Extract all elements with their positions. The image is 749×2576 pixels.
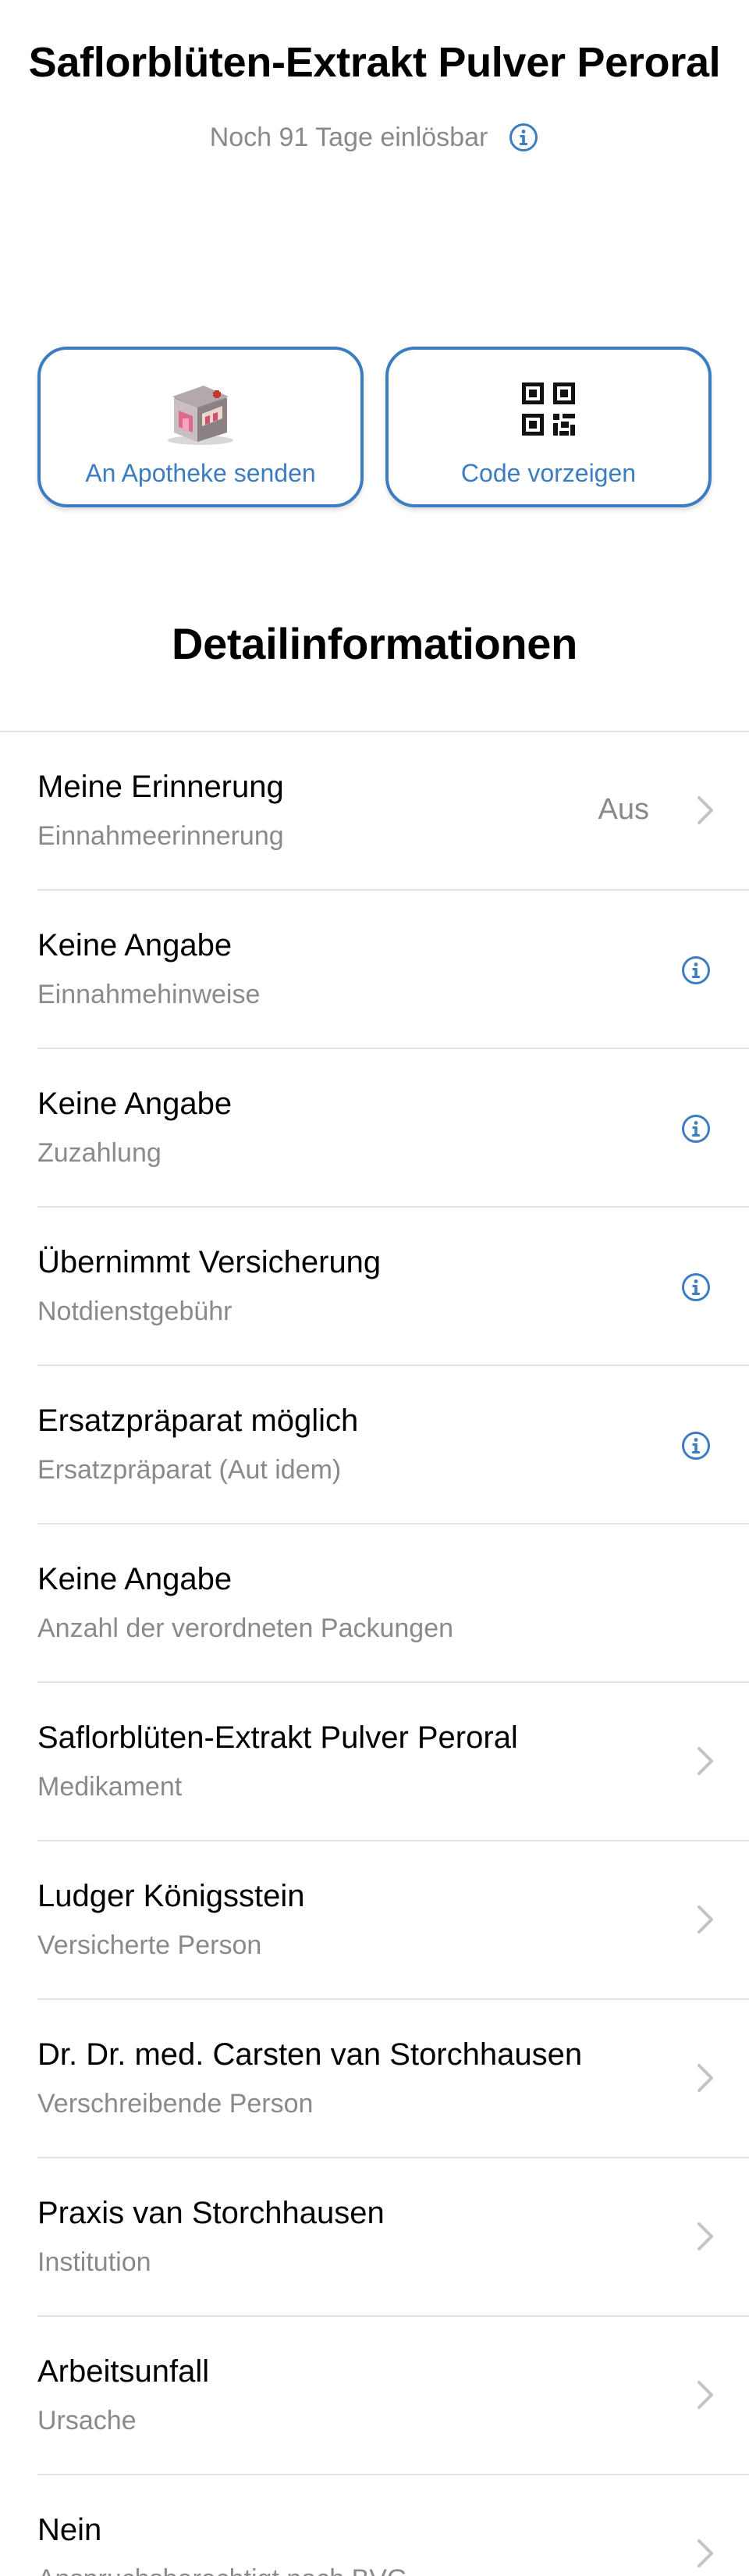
show-code-button[interactable]: Code vorzeigen xyxy=(385,347,712,507)
info-icon[interactable] xyxy=(680,955,712,986)
detail-row[interactable]: Ersatzpräparat möglich Ersatzpräparat (Au… xyxy=(0,1366,749,1525)
chevron-right-icon xyxy=(696,2062,715,2094)
show-code-label: Code vorzeigen xyxy=(460,459,637,487)
detail-row[interactable]: Meine Erinnerung Einnahmeerinnerung Aus xyxy=(0,732,749,891)
detail-list: Meine Erinnerung Einnahmeerinnerung Aus Kei… xyxy=(0,731,749,2576)
qr-code-icon xyxy=(509,370,587,448)
section-title: Detailinformationen xyxy=(171,619,578,668)
info-icon[interactable] xyxy=(680,1430,712,1461)
detail-row-title: Meine Erinnerung xyxy=(37,770,284,804)
validity-row: Noch 91 Tage einlösbar xyxy=(0,122,749,153)
detail-row-subtitle: Ursache xyxy=(37,2406,137,2435)
detail-row[interactable]: Übernimmt Versicherung Notdienstgebühr xyxy=(0,1208,749,1366)
chevron-right-icon xyxy=(696,2538,715,2569)
detail-row-title: Ludger Königsstein xyxy=(37,1879,305,1913)
header: Saflorblüten-Extrakt Pulver Peroral Noch… xyxy=(0,0,749,153)
detail-row[interactable]: Keine Angabe Einnahmehinweise xyxy=(0,891,749,1049)
detail-row-subtitle: Anzahl der verordneten Packungen xyxy=(37,1614,454,1643)
chevron-right-icon xyxy=(696,1904,715,1935)
detail-row[interactable]: Arbeitsunfall Ursache xyxy=(0,2317,749,2475)
detail-row-title: Keine Angabe xyxy=(37,928,233,962)
detail-row[interactable]: Praxis van Storchhausen Institution xyxy=(0,2158,749,2317)
detail-row-title: Nein xyxy=(37,2513,102,2547)
info-icon[interactable] xyxy=(680,1113,712,1144)
detail-row-title: Arbeitsunfall xyxy=(37,2354,210,2389)
chevron-right-icon xyxy=(696,795,715,826)
detail-row-subtitle: Medikament xyxy=(37,1772,183,1802)
detail-row[interactable]: Keine Angabe Zuzahlung xyxy=(0,1049,749,1208)
detail-row-value: Aus xyxy=(598,793,649,826)
detail-row-title: Ersatzpräparat möglich xyxy=(37,1404,359,1438)
detail-row-subtitle: Zuzahlung xyxy=(37,1138,162,1168)
detail-row-subtitle: Verschreibende Person xyxy=(37,2089,314,2119)
detail-row[interactable]: Nein Anspruchsberechtigt nach BVG xyxy=(0,2475,749,2576)
detail-row[interactable]: Dr. Dr. med. Carsten van Storchhausen Ver… xyxy=(0,2000,749,2158)
chevron-right-icon xyxy=(696,1745,715,1777)
chevron-right-icon xyxy=(696,2379,715,2411)
detail-row-subtitle: Anspruchsberechtigt nach BVG xyxy=(37,2564,407,2576)
detail-row[interactable]: Saflorblüten-Extrakt Pulver Peroral Medik… xyxy=(0,1683,749,1841)
page-title: Saflorblüten-Extrakt Pulver Peroral xyxy=(28,39,721,86)
info-icon[interactable] xyxy=(508,122,539,153)
chevron-right-icon xyxy=(696,2221,715,2252)
action-buttons: An Apotheke senden Code vorzeigen xyxy=(37,347,712,507)
send-to-pharmacy-label: An Apotheke senden xyxy=(85,459,316,487)
detail-row-title: Dr. Dr. med. Carsten van Storchhausen xyxy=(37,2037,583,2072)
detail-row-subtitle: Einnahmehinweise xyxy=(37,980,261,1009)
detail-row-title: Saflorblüten-Extrakt Pulver Peroral xyxy=(37,1720,518,1755)
detail-row[interactable]: Ludger Königsstein Versicherte Person xyxy=(0,1841,749,2000)
detail-row-subtitle: Ersatzpräparat (Aut idem) xyxy=(37,1455,342,1485)
validity-text: Noch 91 Tage einlösbar xyxy=(209,122,488,152)
detail-row: Keine Angabe Anzahl der verordneten Packu… xyxy=(0,1525,749,1683)
detail-row-subtitle: Einnahmeerinnerung xyxy=(37,821,284,851)
detail-row-subtitle: Institution xyxy=(37,2247,151,2277)
info-icon[interactable] xyxy=(680,1272,712,1303)
detail-row-subtitle: Notdienstgebühr xyxy=(37,1297,233,1326)
detail-row-title: Übernimmt Versicherung xyxy=(37,1245,382,1279)
pharmacy-icon xyxy=(162,370,240,448)
detail-row-title: Keine Angabe xyxy=(37,1087,233,1121)
detail-row-title: Praxis van Storchhausen xyxy=(37,2196,385,2230)
detail-row-subtitle: Versicherte Person xyxy=(37,1930,262,1960)
send-to-pharmacy-button[interactable]: An Apotheke senden xyxy=(37,347,364,507)
detail-row-title: Keine Angabe xyxy=(37,1562,233,1596)
